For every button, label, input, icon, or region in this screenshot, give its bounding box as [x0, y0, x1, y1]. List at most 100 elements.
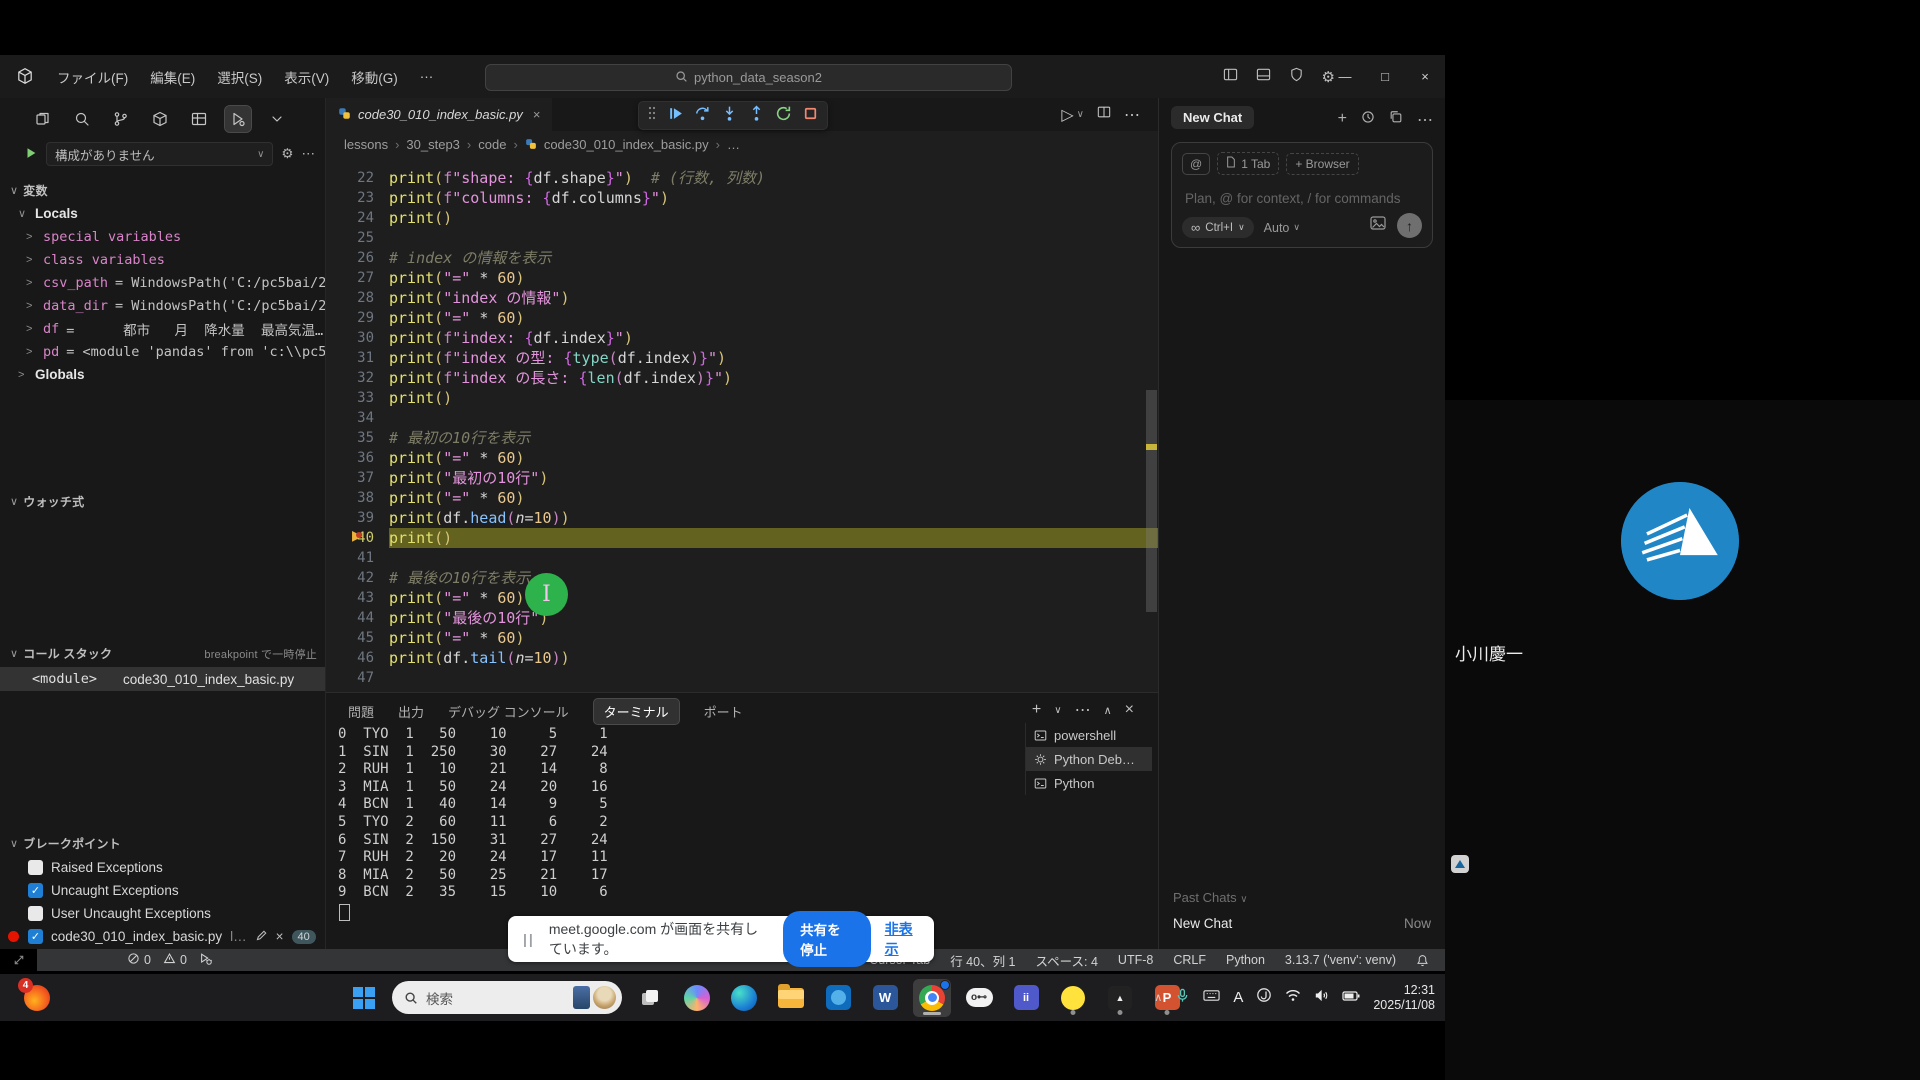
variable-row-1[interactable]: >class variables: [0, 248, 325, 271]
start-button[interactable]: [345, 979, 383, 1017]
run-python-button[interactable]: ▷∨: [1061, 105, 1084, 125]
breadcrumb-item-1[interactable]: 30_step3: [406, 137, 460, 152]
status-item-3[interactable]: UTF-8: [1118, 953, 1153, 967]
drag-grip-icon[interactable]: ||: [523, 931, 535, 947]
globals-scope-row[interactable]: >Globals: [0, 363, 325, 386]
breadcrumb[interactable]: lessons›30_step3›code›code30_010_index_b…: [326, 131, 1158, 157]
volume-icon[interactable]: [1314, 989, 1329, 1007]
variable-row-2[interactable]: >csv_path= WindowsPath('C:/pc5bai/2…: [0, 271, 325, 294]
clock[interactable]: 12:31 2025/11/08: [1373, 983, 1435, 1013]
history-icon[interactable]: [1361, 110, 1375, 130]
microphone-icon[interactable]: [1175, 988, 1190, 1008]
agent-mode-pill[interactable]: ∞Ctrl+I∨: [1182, 217, 1254, 238]
shell-item-0[interactable]: powershell: [1026, 723, 1152, 747]
bell-icon[interactable]: [1416, 954, 1429, 967]
breadcrumb-item-0[interactable]: lessons: [344, 137, 388, 152]
status-item-1[interactable]: 行 40、列 1: [950, 951, 1015, 970]
files-icon[interactable]: [30, 106, 56, 132]
tab-context-chip[interactable]: 1 Tab: [1217, 152, 1279, 175]
variables-section-header[interactable]: ∨ 変数: [10, 182, 48, 199]
checkbox-checked[interactable]: ✓: [28, 883, 43, 898]
breakpoint-row-1[interactable]: ✓Uncaught Exceptions: [0, 879, 325, 902]
outlook-app-icon[interactable]: [819, 979, 857, 1017]
close-panel-icon[interactable]: ×: [1125, 701, 1134, 719]
panel-tab-0[interactable]: 問題: [348, 702, 374, 721]
tray-chevron-up-icon[interactable]: ∧: [1154, 991, 1162, 1004]
word-app-icon[interactable]: W: [866, 979, 904, 1017]
chevron-down-icon[interactable]: [264, 106, 290, 132]
source-control-icon[interactable]: [108, 106, 134, 132]
ime-app-icon[interactable]: [1256, 987, 1272, 1008]
breadcrumb-item-2[interactable]: code: [478, 137, 506, 152]
password-manager-app-icon[interactable]: o⊷: [960, 979, 998, 1017]
edit-breakpoint-icon[interactable]: [255, 929, 268, 945]
menu-item-5[interactable]: ···: [409, 69, 445, 84]
remove-breakpoint-icon[interactable]: ×: [276, 929, 284, 944]
new-chat-icon[interactable]: +: [1338, 110, 1347, 130]
chat-input-card[interactable]: @ 1 Tab + Browser Plan, @ for context, /…: [1171, 142, 1433, 248]
breakpoint-row-0[interactable]: Raised Exceptions: [0, 856, 325, 879]
debug-step-into-icon[interactable]: [721, 105, 738, 127]
terminal-output[interactable]: 0 TYO 1 50 10 5 1 1 SIN 1 250 30 27 24 2…: [338, 726, 608, 902]
at-context-button[interactable]: @: [1182, 153, 1210, 175]
breakpoint-row-2[interactable]: User Uncaught Exceptions: [0, 902, 325, 925]
shell-item-2[interactable]: Python: [1026, 771, 1152, 795]
more-actions-icon[interactable]: ⋯: [302, 146, 316, 162]
notification-app-icon[interactable]: 4: [24, 985, 52, 1013]
status-item-2[interactable]: スペース: 4: [1036, 951, 1098, 970]
utility-app-icon[interactable]: ▲: [1101, 979, 1139, 1017]
panel-tab-2[interactable]: デバッグ コンソール: [448, 702, 569, 721]
split-editor-icon[interactable]: [1097, 105, 1111, 124]
more-actions-icon[interactable]: ⋯: [1417, 110, 1433, 130]
teams-app-icon[interactable]: ii: [1007, 979, 1045, 1017]
breakpoints-section-header[interactable]: ∨ ブレークポイント: [10, 835, 121, 852]
settings-gear-icon[interactable]: ⚙: [281, 146, 293, 162]
send-button[interactable]: ↑: [1397, 213, 1422, 238]
extensions-icon[interactable]: [147, 106, 173, 132]
watch-section-header[interactable]: ∨ ウォッチ式: [10, 493, 84, 510]
edge-app-icon[interactable]: [725, 979, 763, 1017]
search-icon[interactable]: [69, 106, 95, 132]
layout-sidebar-icon[interactable]: [1223, 67, 1238, 87]
battery-icon[interactable]: [1342, 989, 1360, 1007]
breadcrumb-item-3[interactable]: code30_010_index_basic.py: [544, 137, 709, 152]
menu-item-2[interactable]: 選択(S): [206, 67, 273, 87]
status-item-6[interactable]: 3.13.7 ('venv': venv): [1285, 953, 1396, 967]
new-terminal-icon[interactable]: +: [1032, 701, 1041, 719]
taskbar-search-input[interactable]: 検索: [392, 981, 622, 1014]
chat-title-tab[interactable]: New Chat: [1171, 106, 1254, 129]
past-chats-toggle[interactable]: Past Chats ∨: [1173, 890, 1248, 905]
callstack-frame-row[interactable]: <module> code30_010_index_basic.py: [0, 667, 325, 691]
scrollbar-thumb[interactable]: [1146, 390, 1157, 612]
menu-item-1[interactable]: 編集(E): [139, 67, 206, 87]
more-actions-icon[interactable]: ⋯: [1075, 700, 1091, 720]
variable-row-5[interactable]: >pd= <module 'pandas' from 'c:\\pc5…: [0, 340, 325, 363]
debug-step-out-icon[interactable]: [748, 105, 765, 127]
explorer-app-icon[interactable]: [772, 979, 810, 1017]
hide-bar-link[interactable]: 非表示: [885, 919, 918, 959]
layout-panel-icon[interactable]: [1256, 67, 1271, 87]
maximize-panel-icon[interactable]: ∧: [1104, 704, 1112, 717]
checkbox-checked[interactable]: ✓: [28, 929, 43, 944]
copilot-app-icon[interactable]: [678, 979, 716, 1017]
image-attach-icon[interactable]: [1370, 216, 1386, 235]
drag-grip-icon[interactable]: [647, 106, 657, 125]
callstack-section-header[interactable]: ∨ コール スタック breakpoint で一時停止: [10, 645, 317, 662]
ime-mode-indicator[interactable]: A: [1233, 989, 1243, 1006]
status-item-4[interactable]: CRLF: [1173, 953, 1206, 967]
editor-tab[interactable]: code30_010_index_basic.py ×: [326, 98, 552, 131]
search-highlight-thumb[interactable]: [573, 986, 590, 1009]
code-editor[interactable]: 22print(f"shape: {df.shape}") # (行数, 列数)…: [326, 157, 1158, 692]
debug-restart-icon[interactable]: [775, 105, 792, 127]
status-item-5[interactable]: Python: [1226, 953, 1265, 967]
maximize-button[interactable]: □: [1365, 69, 1405, 84]
panel-tab-4[interactable]: ポート: [704, 702, 743, 721]
tabs-copy-icon[interactable]: [1389, 110, 1403, 130]
close-button[interactable]: ×: [1405, 69, 1445, 84]
panel-tab-3[interactable]: ターミナル: [593, 698, 680, 725]
chrome-app-icon[interactable]: [913, 979, 951, 1017]
breakpoint-row-3[interactable]: ✓code30_010_index_basic.pyl…×40: [0, 925, 325, 948]
variable-row-4[interactable]: >df= 都市 月 降水量 最高気温…: [0, 317, 325, 340]
model-selector[interactable]: Auto∨: [1264, 221, 1300, 235]
browser-context-chip[interactable]: + Browser: [1286, 153, 1358, 175]
